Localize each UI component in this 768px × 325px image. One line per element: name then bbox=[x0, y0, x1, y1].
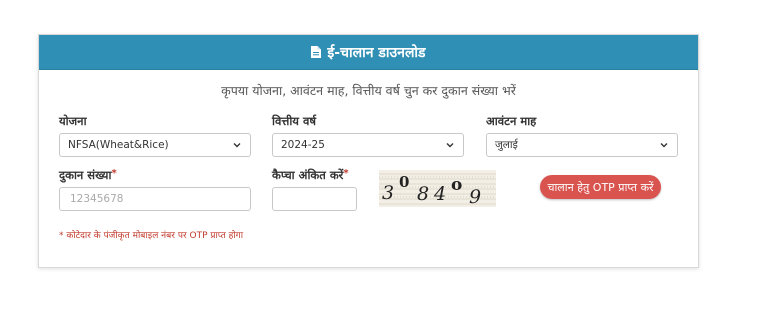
get-otp-button[interactable]: चालान हेतु OTP प्राप्त करें bbox=[540, 175, 661, 199]
shop-number-input[interactable] bbox=[59, 187, 251, 211]
captcha-char: 8 bbox=[417, 183, 429, 205]
captcha-char: 4 bbox=[433, 183, 446, 205]
chevron-down-icon bbox=[233, 143, 241, 148]
fiscal-year-selected-value: 2024-25 bbox=[281, 139, 325, 151]
shop-number-field: दुकान संख्या* bbox=[59, 168, 251, 211]
document-icon bbox=[311, 46, 322, 58]
allocation-month-select[interactable]: जुलाई bbox=[486, 133, 678, 157]
captcha-input[interactable] bbox=[272, 187, 357, 211]
allocation-month-label: आवंटन माह bbox=[486, 114, 537, 128]
captcha-char: 3 bbox=[382, 182, 394, 204]
allocation-month-field: आवंटन माह जुलाई bbox=[486, 114, 678, 157]
scheme-field: योजना NFSA(Wheat&Rice) bbox=[59, 114, 251, 157]
captcha-char: o bbox=[451, 175, 462, 195]
scheme-select[interactable]: NFSA(Wheat&Rice) bbox=[59, 133, 251, 157]
captcha-char: 9 bbox=[469, 186, 481, 207]
captcha-char: 0 bbox=[399, 173, 409, 191]
chevron-down-icon bbox=[446, 143, 454, 148]
allocation-month-selected-value: जुलाई bbox=[495, 139, 518, 151]
card-title: ई-चालान डाउनलोड bbox=[327, 44, 426, 61]
scheme-selected-value: NFSA(Wheat&Rice) bbox=[68, 139, 169, 151]
captcha-field: कैप्चा अंकित करें* bbox=[272, 168, 357, 211]
card-header: ई-चालान डाउनलोड bbox=[39, 35, 698, 70]
shop-number-label: दुकान संख्या* bbox=[59, 168, 117, 182]
fiscal-year-label: वित्तीय वर्ष bbox=[272, 114, 317, 128]
chevron-down-icon bbox=[660, 143, 668, 148]
e-challan-card: ई-चालान डाउनलोड कृपया योजना, आवंटन माह, … bbox=[38, 34, 699, 268]
fiscal-year-select[interactable]: 2024-25 bbox=[272, 133, 464, 157]
scheme-label: योजना bbox=[59, 114, 87, 128]
instruction-text: कृपया योजना, आवंटन माह, वित्तीय वर्ष चुन… bbox=[221, 83, 516, 98]
otp-info-note: * कोटेदार के पंजीकृत मोबाइल नंबर पर OTP … bbox=[59, 231, 244, 241]
fiscal-year-field: वित्तीय वर्ष 2024-25 bbox=[272, 114, 464, 157]
captcha-image: 3 0 8 4 o 9 bbox=[379, 170, 496, 207]
captcha-label: कैप्चा अंकित करें* bbox=[272, 168, 349, 182]
